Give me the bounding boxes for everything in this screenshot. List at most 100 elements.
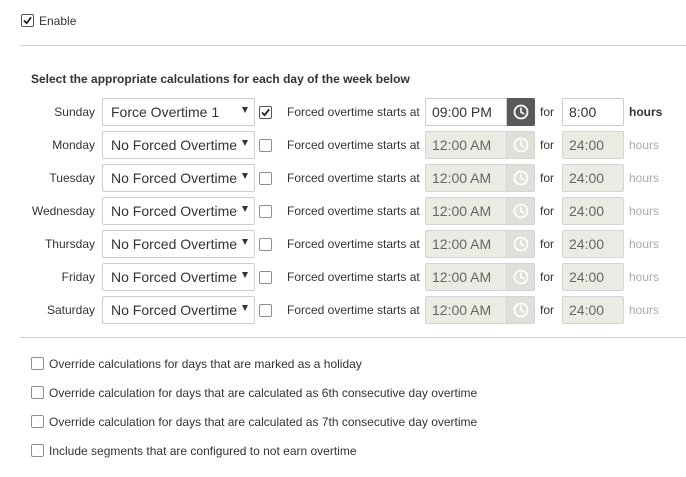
forced-overtime-checkbox[interactable]: [259, 304, 272, 317]
option-checkbox[interactable]: [31, 444, 44, 457]
time-picker-button[interactable]: [507, 230, 535, 258]
start-time-input[interactable]: 12:00 AM: [425, 296, 507, 324]
clock-icon: [513, 203, 528, 219]
hours-input[interactable]: 24:00: [562, 230, 624, 258]
calculation-select[interactable]: No Forced Overtime: [102, 263, 255, 291]
start-time-input[interactable]: 09:00 PM: [425, 98, 507, 126]
hours-input[interactable]: 24:00: [562, 296, 624, 324]
time-picker-button[interactable]: [507, 296, 535, 324]
start-time-input[interactable]: 12:00 AM: [425, 164, 507, 192]
for-label: for: [540, 204, 555, 218]
hours-input[interactable]: 24:00: [562, 197, 624, 225]
clock-icon: [513, 104, 529, 120]
day-label: Monday: [52, 138, 95, 152]
time-picker-button[interactable]: [507, 98, 535, 126]
clock-icon: [513, 137, 528, 153]
caret-down-icon: [242, 206, 248, 212]
check-icon: [261, 108, 270, 117]
day-row-wednesday: Wednesday No Forced Overtime Forced overti…: [0, 197, 686, 227]
calculation-select-value: No Forced Overtime: [111, 137, 238, 153]
day-row-tuesday: Tuesday No Forced Overtime Forced overtime…: [0, 164, 686, 194]
option-checkbox[interactable]: [31, 357, 44, 370]
hours-input[interactable]: 8:00: [562, 98, 624, 126]
for-label: for: [540, 105, 555, 119]
enable-label: Enable: [39, 14, 77, 28]
day-row-thursday: Thursday No Forced Overtime Forced overtim…: [0, 230, 686, 260]
calculation-select[interactable]: No Forced Overtime: [102, 164, 255, 192]
caret-down-icon: [242, 173, 248, 179]
calculation-select[interactable]: No Forced Overtime: [102, 131, 255, 159]
forced-overtime-label: Forced overtime starts at: [287, 237, 420, 251]
caret-down-icon: [242, 140, 248, 146]
option-label: Override calculation for days that are c…: [49, 386, 478, 400]
forced-overtime-label: Forced overtime starts at: [287, 270, 420, 284]
clock-icon: [513, 302, 528, 318]
option-checkbox[interactable]: [31, 415, 44, 428]
option-label: Include segments that are configured to …: [49, 444, 357, 458]
calculation-select-value: No Forced Overtime: [111, 302, 238, 318]
forced-overtime-checkbox[interactable]: [259, 172, 272, 185]
hours-label: hours: [629, 303, 660, 317]
forced-overtime-checkbox[interactable]: [259, 271, 272, 284]
start-time-input[interactable]: 12:00 AM: [425, 230, 507, 258]
forced-overtime-label: Forced overtime starts at: [287, 138, 420, 152]
calculation-select[interactable]: No Forced Overtime: [102, 296, 255, 324]
check-icon: [23, 16, 32, 25]
for-label: for: [540, 237, 555, 251]
hours-input[interactable]: 24:00: [562, 263, 624, 291]
for-label: for: [540, 270, 555, 284]
forced-overtime-label: Forced overtime starts at: [287, 105, 420, 119]
time-picker-button[interactable]: [507, 263, 535, 291]
day-row-saturday: Saturday No Forced Overtime Forced overtim…: [0, 296, 686, 326]
hours-label: hours: [629, 171, 660, 185]
option-label: Override calculations for days that are …: [49, 357, 362, 371]
enable-checkbox[interactable]: [21, 14, 34, 27]
clock-icon: [513, 236, 528, 252]
hours-input[interactable]: 24:00: [562, 164, 624, 192]
day-label: Sunday: [54, 105, 95, 119]
caret-down-icon: [242, 239, 248, 245]
forced-overtime-label: Forced overtime starts at: [287, 303, 420, 317]
start-time-input[interactable]: 12:00 AM: [425, 197, 507, 225]
caret-down-icon: [242, 305, 248, 311]
forced-overtime-checkbox[interactable]: [259, 205, 272, 218]
clock-icon: [513, 170, 528, 186]
calculation-select-value: No Forced Overtime: [111, 170, 238, 186]
forced-overtime-checkbox[interactable]: [259, 106, 272, 119]
hours-label: hours: [629, 270, 660, 284]
hours-input[interactable]: 24:00: [562, 131, 624, 159]
day-label: Tuesday: [49, 171, 95, 185]
day-label: Thursday: [44, 237, 95, 251]
caret-down-icon: [242, 272, 248, 278]
forced-overtime-label: Forced overtime starts at: [287, 204, 420, 218]
divider: [20, 337, 686, 338]
calculation-select-value: No Forced Overtime: [111, 269, 238, 285]
day-row-friday: Friday No Forced Overtime Forced overtime …: [0, 263, 686, 293]
for-label: for: [540, 303, 555, 317]
day-label: Wednesday: [31, 204, 95, 218]
calculation-select-value: No Forced Overtime: [111, 203, 238, 219]
start-time-input[interactable]: 12:00 AM: [425, 263, 507, 291]
forced-overtime-checkbox[interactable]: [259, 139, 272, 152]
clock-icon: [513, 269, 528, 285]
caret-down-icon: [242, 107, 248, 113]
start-time-input[interactable]: 12:00 AM: [425, 131, 507, 159]
calculation-select[interactable]: No Forced Overtime: [102, 197, 255, 225]
forced-overtime-checkbox[interactable]: [259, 238, 272, 251]
time-picker-button[interactable]: [507, 131, 535, 159]
calculation-select[interactable]: Force Overtime 1: [102, 98, 255, 126]
section-heading: Select the appropriate calculations for …: [31, 72, 410, 86]
hours-label: hours: [629, 237, 660, 251]
hours-label: hours: [629, 204, 660, 218]
day-label: Friday: [61, 270, 95, 284]
day-row-sunday: Sunday Force Overtime 1 Forced overtime st…: [0, 98, 686, 128]
calculation-select[interactable]: No Forced Overtime: [102, 230, 255, 258]
for-label: for: [540, 171, 555, 185]
day-label: Saturday: [46, 303, 95, 317]
time-picker-button[interactable]: [507, 197, 535, 225]
time-picker-button[interactable]: [507, 164, 535, 192]
option-checkbox[interactable]: [31, 386, 44, 399]
hours-label: hours: [629, 105, 663, 119]
hours-label: hours: [629, 138, 660, 152]
day-row-monday: Monday No Forced Overtime Forced overtime …: [0, 131, 686, 161]
